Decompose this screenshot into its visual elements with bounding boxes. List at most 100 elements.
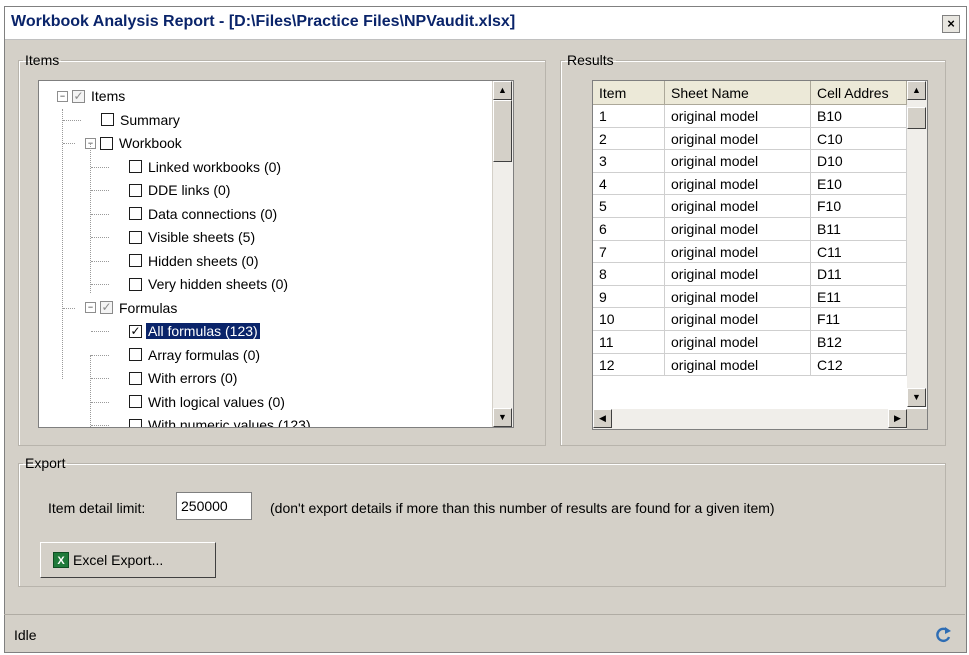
grid-vertical-scrollbar[interactable]: ▲ ▼ — [907, 81, 927, 407]
checkbox[interactable] — [129, 160, 142, 173]
table-cell: C10 — [811, 127, 907, 151]
export-legend: Export — [25, 455, 66, 471]
excel-export-button[interactable]: X Excel Export... — [40, 542, 216, 578]
checkbox[interactable] — [129, 230, 142, 244]
table-row[interactable]: 1 original model B10 — [593, 105, 907, 128]
table-row[interactable]: 10 original model F11 — [593, 308, 907, 331]
checkbox[interactable] — [129, 277, 142, 291]
table-cell: original model — [665, 150, 811, 173]
item-detail-limit-note: (don't export details if more than this … — [270, 500, 775, 516]
table-cell: 8 — [593, 263, 665, 286]
items-tree[interactable]: − ✓ Items Summary − Workbook Linked workbooks … — [38, 80, 514, 428]
column-header-sheet-name[interactable]: Sheet Name — [665, 81, 811, 105]
table-cell: 1 — [593, 105, 665, 128]
tree-item[interactable]: Hidden sheets (0) — [129, 250, 261, 272]
grid-header: Item Sheet Name Cell Addres — [593, 81, 907, 105]
tree-connector — [91, 425, 109, 426]
checkbox[interactable] — [129, 207, 142, 220]
checkbox[interactable] — [100, 136, 113, 150]
table-row[interactable]: 5 original model F10 — [593, 195, 907, 218]
tree-item-label: With numeric values (123) — [148, 417, 311, 427]
tree-item[interactable]: − Workbook — [85, 132, 184, 154]
window-title: Workbook Analysis Report - [D:\Files\Pra… — [11, 13, 516, 30]
table-row[interactable]: 9 original model E11 — [593, 285, 907, 309]
tree-item[interactable]: Very hidden sheets (0) — [129, 273, 290, 295]
table-cell: original model — [665, 172, 811, 196]
tree-item[interactable]: With logical values (0) — [129, 391, 287, 413]
checkbox[interactable] — [129, 183, 142, 197]
checkbox[interactable] — [129, 348, 142, 361]
table-row[interactable]: 12 original model C12 — [593, 353, 907, 377]
tree-item[interactable]: Array formulas (0) — [129, 344, 262, 366]
table-cell: D10 — [811, 150, 907, 173]
table-cell: F11 — [811, 308, 907, 331]
tree-item-label: Hidden sheets (0) — [148, 252, 259, 269]
table-row[interactable]: 4 original model E10 — [593, 172, 907, 196]
scroll-down-icon[interactable]: ▼ — [493, 408, 512, 427]
table-cell: D11 — [811, 263, 907, 286]
tree-item-label: Items — [91, 88, 126, 104]
item-detail-limit-input[interactable] — [176, 492, 252, 520]
table-cell: 3 — [593, 150, 665, 173]
refresh-icon[interactable] — [933, 625, 953, 645]
column-header-item[interactable]: Item — [593, 81, 665, 105]
scroll-left-icon[interactable]: ◀ — [593, 409, 612, 428]
tree-connector — [91, 331, 109, 332]
checkbox[interactable]: ✓ — [100, 301, 113, 314]
table-cell: C12 — [811, 353, 907, 377]
table-row[interactable]: 7 original model C11 — [593, 240, 907, 264]
table-row[interactable]: 11 original model B12 — [593, 330, 907, 354]
tree-item[interactable]: Linked workbooks (0) — [129, 156, 283, 178]
tree-item-label: With errors (0) — [148, 370, 238, 386]
close-button[interactable]: × — [942, 15, 960, 33]
checkbox[interactable] — [129, 254, 142, 267]
table-cell: 5 — [593, 195, 665, 218]
tree-item[interactable]: ✓ All formulas (123) — [129, 320, 261, 342]
tree-item[interactable]: With errors (0) — [129, 367, 239, 389]
table-cell: 10 — [593, 308, 665, 331]
tree-item-label: Visible sheets (5) — [148, 229, 256, 245]
item-detail-limit-label: Item detail limit: — [48, 500, 146, 516]
table-cell: original model — [665, 308, 811, 331]
tree-item[interactable]: DDE links (0) — [129, 179, 232, 201]
table-cell: 4 — [593, 172, 665, 196]
scroll-up-icon[interactable]: ▲ — [907, 81, 926, 100]
excel-export-label: Excel Export... — [73, 552, 164, 568]
column-header-cell-address[interactable]: Cell Addres — [811, 81, 907, 105]
tree-item[interactable]: Summary — [101, 109, 182, 131]
checkbox[interactable] — [129, 395, 142, 408]
tree-item[interactable]: Data connections (0) — [129, 203, 279, 225]
table-row[interactable]: 3 original model D10 — [593, 150, 907, 173]
tree-item[interactable]: Visible sheets (5) — [129, 226, 257, 248]
table-cell: original model — [665, 285, 811, 309]
checkbox[interactable] — [101, 113, 114, 126]
tree-connector — [91, 190, 109, 191]
tree-item-label: Workbook — [119, 135, 182, 151]
tree-connector — [91, 401, 109, 403]
tree-item-label: Data connections (0) — [148, 205, 278, 222]
table-row[interactable]: 8 original model D11 — [593, 263, 907, 286]
scroll-right-icon[interactable]: ▶ — [888, 409, 907, 428]
checkbox[interactable] — [129, 418, 142, 427]
table-cell: original model — [665, 330, 811, 354]
grid-horizontal-scrollbar[interactable]: ◀ ▶ — [593, 409, 907, 429]
scroll-thumb[interactable] — [907, 107, 926, 129]
scroll-up-icon[interactable]: ▲ — [493, 81, 512, 100]
collapse-icon[interactable]: − — [85, 302, 96, 313]
table-cell: 12 — [593, 353, 665, 377]
checkbox[interactable] — [129, 371, 142, 385]
table-row[interactable]: 2 original model C10 — [593, 127, 907, 151]
tree-item[interactable]: With numeric values (123) — [129, 414, 313, 427]
collapse-icon[interactable]: − — [57, 90, 68, 102]
results-grid[interactable]: Item Sheet Name Cell Addres 1 original mo… — [592, 80, 928, 430]
tree-item[interactable]: − ✓ Items — [57, 85, 127, 107]
checkbox[interactable]: ✓ — [129, 324, 142, 338]
tree-item[interactable]: − ✓ Formulas — [85, 297, 179, 319]
tree-vertical-scrollbar[interactable]: ▲ ▼ — [492, 81, 513, 427]
table-row[interactable]: 6 original model B11 — [593, 217, 907, 241]
tree-item-label: Very hidden sheets (0) — [148, 276, 289, 292]
scroll-thumb[interactable] — [493, 100, 512, 162]
scroll-down-icon[interactable]: ▼ — [907, 388, 926, 407]
table-cell: E10 — [811, 172, 907, 196]
checkbox[interactable]: ✓ — [72, 89, 85, 103]
